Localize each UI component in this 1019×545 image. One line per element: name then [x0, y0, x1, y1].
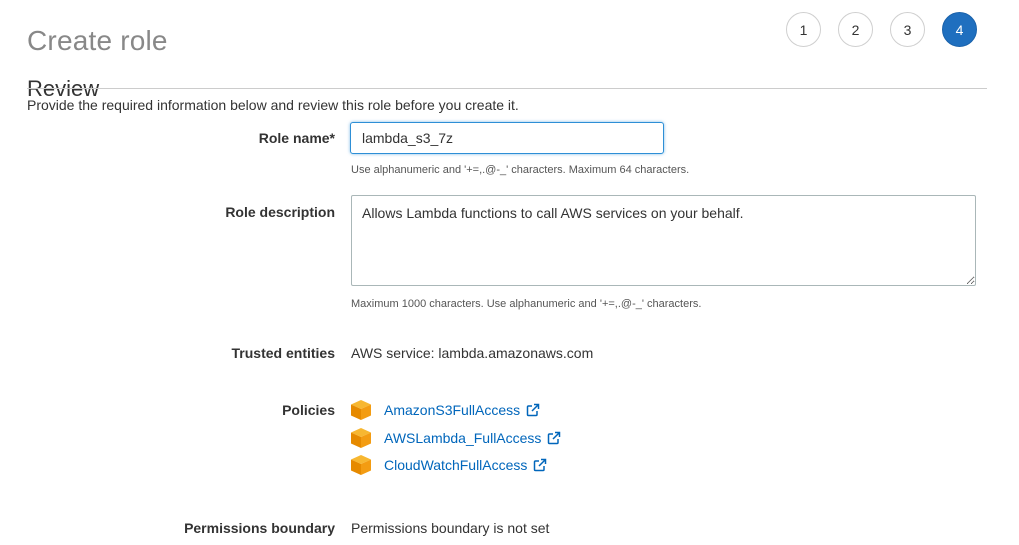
page-title: Create role: [27, 24, 168, 56]
wizard-steps: 1 2 3 4: [786, 12, 977, 47]
section-divider: [27, 88, 987, 89]
policy-item: AWSLambda_FullAccess: [350, 427, 561, 449]
policy-item: CloudWatchFullAccess: [350, 454, 547, 476]
role-description-textarea[interactable]: Allows Lambda functions to call AWS serv…: [351, 195, 976, 286]
role-name-hint: Use alphanumeric and '+=,.@-_' character…: [351, 164, 690, 176]
role-description-label: Role description: [225, 204, 335, 220]
policy-cube-icon: [351, 455, 371, 475]
role-name-label: Role name*: [258, 130, 335, 146]
intro-text: Provide the required information below a…: [27, 97, 519, 113]
permissions-boundary-label: Permissions boundary: [184, 520, 335, 536]
policy-link-cloudwatchfullaccess[interactable]: CloudWatchFullAccess: [384, 457, 527, 473]
external-link-icon[interactable]: [526, 403, 540, 417]
trusted-entities-value: AWS service: lambda.amazonaws.com: [351, 345, 594, 361]
policy-item: AmazonS3FullAccess: [350, 399, 540, 421]
role-name-input[interactable]: [350, 122, 664, 154]
step-1-button[interactable]: 1: [786, 12, 821, 47]
policies-label: Policies: [282, 402, 335, 418]
policy-link-awslambda-fullaccess[interactable]: AWSLambda_FullAccess: [384, 430, 541, 446]
external-link-icon[interactable]: [533, 458, 547, 472]
step-3-button[interactable]: 3: [890, 12, 925, 47]
step-4-button[interactable]: 4: [942, 12, 977, 47]
role-description-hint: Maximum 1000 characters. Use alphanumeri…: [351, 298, 702, 310]
policy-cube-icon: [351, 400, 371, 420]
permissions-boundary-value: Permissions boundary is not set: [351, 520, 550, 536]
external-link-icon[interactable]: [547, 431, 561, 445]
policy-link-amazons3fullaccess[interactable]: AmazonS3FullAccess: [384, 402, 520, 418]
step-2-button[interactable]: 2: [838, 12, 873, 47]
policy-cube-icon: [351, 428, 371, 448]
trusted-entities-label: Trusted entities: [231, 345, 335, 361]
